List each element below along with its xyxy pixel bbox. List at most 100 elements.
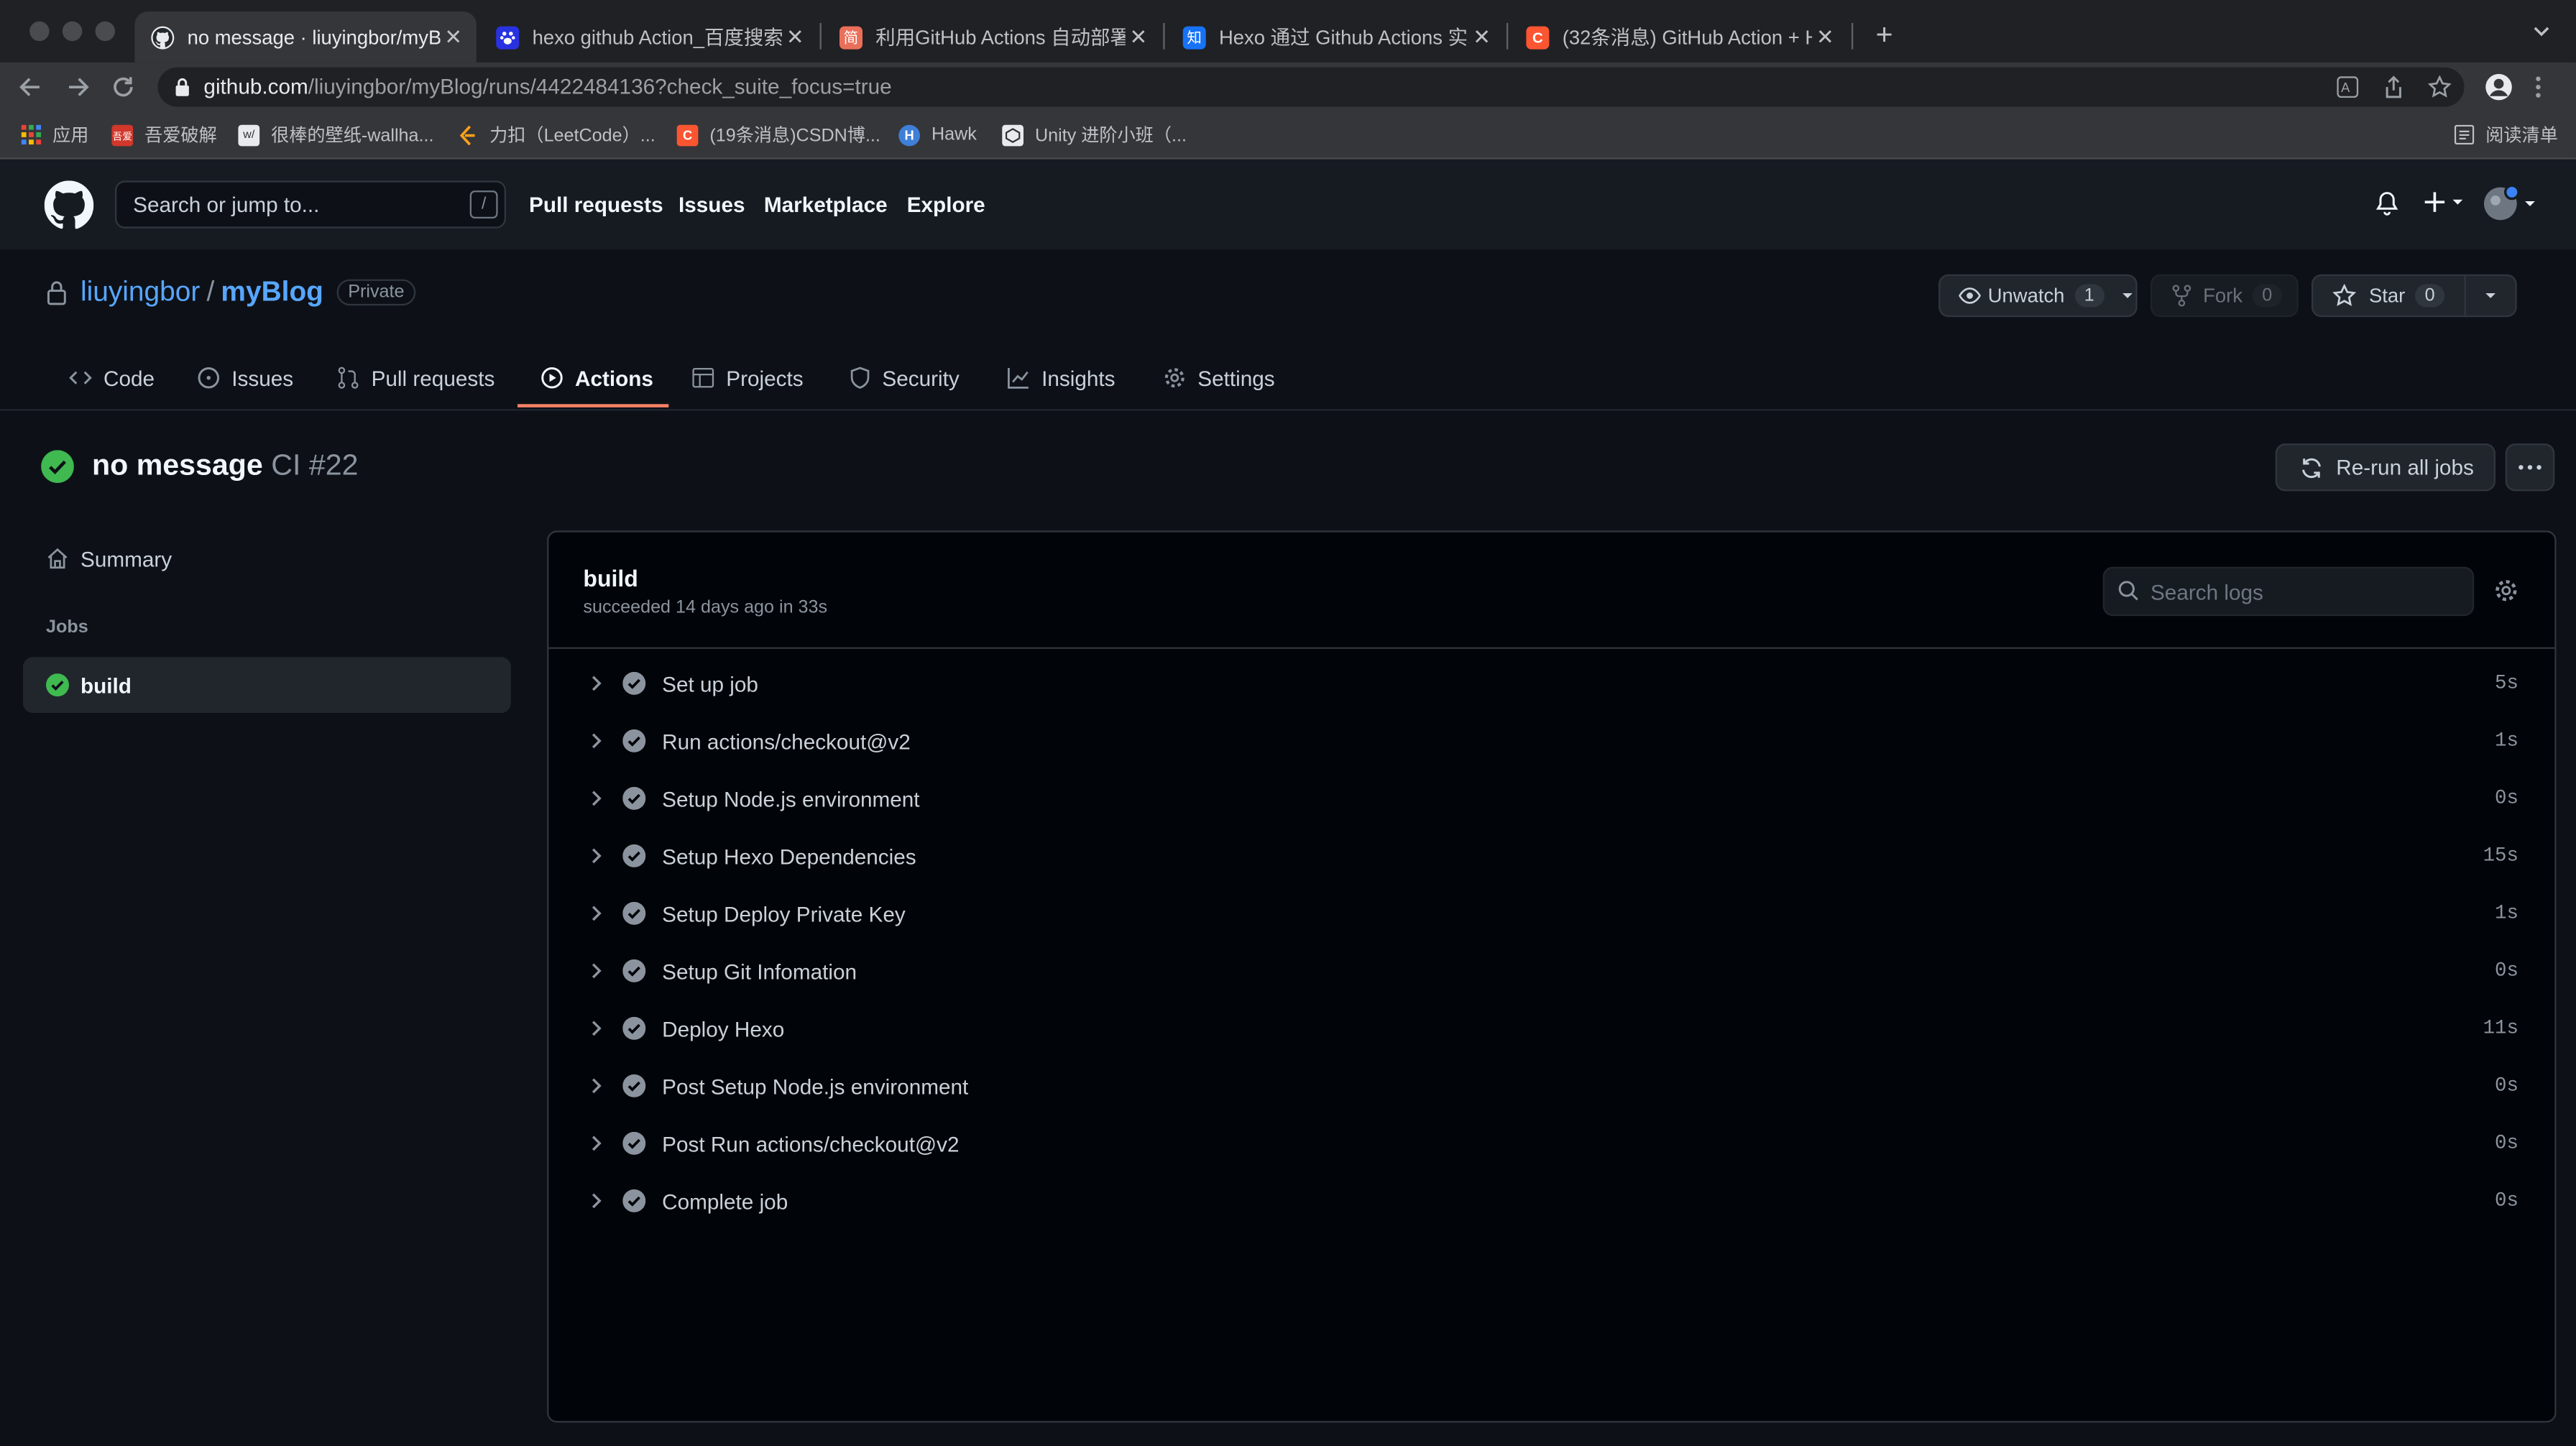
- browser-tab[interactable]: 知 Hexo 通过 Github Actions 实现 ✕: [1167, 11, 1505, 63]
- tab-title: 利用GitHub Actions 自动部署 H: [875, 26, 1126, 50]
- tab-code[interactable]: Code: [69, 349, 155, 407]
- create-new-dropdown[interactable]: [2423, 190, 2465, 213]
- job-step-row[interactable]: Setup Hexo Dependencies 15s: [548, 828, 2554, 885]
- address-bar[interactable]: github.com/liuyingbor/myBlog/runs/442248…: [157, 67, 2465, 107]
- job-item-build[interactable]: build: [22, 657, 511, 713]
- close-tab-icon[interactable]: ✕: [782, 24, 809, 50]
- chevron-right-icon[interactable]: [586, 1133, 606, 1153]
- chevron-right-icon[interactable]: [586, 673, 606, 693]
- tab-search-chevron-icon[interactable]: [2530, 19, 2553, 42]
- job-step-row[interactable]: Complete job 0s: [548, 1173, 2554, 1230]
- reload-icon[interactable]: [105, 69, 141, 105]
- close-tab-icon[interactable]: ✕: [1126, 24, 1152, 50]
- bookmark-item[interactable]: w/ 很棒的壁纸-wallha...: [238, 121, 433, 148]
- github-header: Search or jump to... / Pull requests Iss…: [0, 159, 2576, 250]
- summary-link[interactable]: Summary: [23, 530, 511, 586]
- share-icon[interactable]: [2382, 75, 2405, 98]
- repo-owner-link[interactable]: liuyingbor: [80, 276, 200, 309]
- fork-button[interactable]: Fork 0: [2150, 274, 2299, 318]
- close-tab-icon[interactable]: ✕: [441, 24, 467, 50]
- window-minimize-button[interactable]: [62, 21, 83, 42]
- tab-pull-requests[interactable]: Pull requests: [337, 349, 494, 407]
- job-step-row[interactable]: Deploy Hexo 11s: [548, 1000, 2554, 1058]
- browser-menu-icon[interactable]: [2534, 74, 2544, 101]
- close-tab-icon[interactable]: ✕: [1812, 24, 1839, 50]
- job-step-row[interactable]: Post Run actions/checkout@v2 0s: [548, 1115, 2554, 1173]
- unwatch-button[interactable]: Unwatch 1: [1938, 274, 2138, 318]
- translate-icon[interactable]: A: [2336, 75, 2359, 98]
- step-name: Setup Node.js environment: [662, 786, 920, 812]
- bookmark-item[interactable]: 吾爱 吾爱破解: [111, 121, 217, 148]
- notification-bell-icon[interactable]: [2374, 190, 2401, 217]
- tab-settings[interactable]: Settings: [1163, 349, 1275, 407]
- bookmark-item[interactable]: 力扣（LeetCode）...: [456, 121, 656, 148]
- job-step-row[interactable]: Setup Git Infomation 0s: [548, 943, 2554, 1000]
- back-arrow-icon[interactable]: [13, 69, 49, 105]
- step-success-check-icon: [622, 671, 646, 695]
- bookmark-item[interactable]: C (19条消息)CSDN博...: [676, 121, 880, 148]
- tab-insights[interactable]: Insights: [1007, 349, 1116, 407]
- chevron-right-icon[interactable]: [586, 1191, 606, 1210]
- chevron-right-icon[interactable]: [586, 961, 606, 980]
- rerun-all-jobs-button[interactable]: Re-run all jobs: [2275, 443, 2496, 492]
- new-tab-button[interactable]: +: [1869, 19, 1899, 49]
- chevron-right-icon[interactable]: [586, 731, 606, 750]
- step-name: Set up job: [662, 671, 758, 697]
- tab-actions[interactable]: Actions: [540, 349, 653, 407]
- job-step-row[interactable]: Run actions/checkout@v2 1s: [548, 713, 2554, 770]
- job-step-row[interactable]: Setup Node.js environment 0s: [548, 770, 2554, 828]
- job-step-row[interactable]: Post Setup Node.js environment 0s: [548, 1058, 2554, 1115]
- gear-icon[interactable]: [2494, 579, 2518, 603]
- chevron-right-icon[interactable]: [586, 846, 606, 865]
- browser-tab[interactable]: C (32条消息) GitHub Action + He ✕: [1510, 11, 1849, 63]
- search-logs-input[interactable]: Search logs: [2102, 566, 2475, 617]
- step-success-check-icon: [622, 729, 646, 752]
- bookmark-star-icon[interactable]: [2428, 75, 2452, 98]
- nav-pull-requests[interactable]: Pull requests: [529, 192, 663, 216]
- star-button[interactable]: Star 0: [2311, 274, 2468, 318]
- window-zoom-button[interactable]: [95, 21, 115, 42]
- reading-list-button[interactable]: 阅读清单: [2453, 121, 2558, 148]
- nav-marketplace[interactable]: Marketplace: [764, 192, 888, 216]
- tab-security[interactable]: Security: [850, 349, 960, 407]
- bookmark-item[interactable]: Unity 进阶小班（...: [1002, 121, 1187, 148]
- chevron-right-icon[interactable]: [586, 903, 606, 923]
- tab-projects[interactable]: Projects: [691, 349, 804, 407]
- job-step-row[interactable]: Set up job 5s: [548, 655, 2554, 713]
- step-duration: 1s: [2495, 729, 2518, 752]
- apps-grid-icon: [19, 124, 41, 146]
- bookmark-item[interactable]: H Hawk: [898, 121, 977, 148]
- jianshu-icon: 简: [839, 25, 862, 49]
- repo-name-link[interactable]: myBlog: [221, 276, 323, 309]
- browser-tab[interactable]: 简 利用GitHub Actions 自动部署 H ✕: [823, 11, 1162, 63]
- leetcode-icon: [456, 124, 478, 146]
- bookmark-item[interactable]: 应用: [19, 121, 88, 148]
- chevron-right-icon[interactable]: [586, 1076, 606, 1095]
- window-close-button[interactable]: [29, 21, 50, 42]
- step-duration: 0s: [2495, 1189, 2518, 1212]
- tab-issues[interactable]: Issues: [197, 349, 293, 407]
- chevron-right-icon[interactable]: [586, 1018, 606, 1038]
- nav-issues[interactable]: Issues: [678, 192, 745, 216]
- forward-arrow-icon[interactable]: [59, 69, 95, 105]
- user-menu[interactable]: [2483, 185, 2539, 221]
- browser-tab[interactable]: hexo github Action_百度搜索 ✕: [479, 11, 818, 63]
- csdn-icon: C: [1526, 25, 1550, 49]
- global-search-input[interactable]: Search or jump to... /: [114, 180, 506, 229]
- job-title: build: [583, 565, 638, 591]
- nav-explore[interactable]: Explore: [907, 192, 985, 216]
- caret-down-icon: [2525, 201, 2535, 206]
- close-tab-icon[interactable]: ✕: [1468, 24, 1495, 50]
- tab-label: Security: [882, 365, 960, 390]
- browser-tab[interactable]: no message · liuyingbor/myBlo ✕: [134, 11, 477, 63]
- profile-icon[interactable]: [2484, 73, 2513, 102]
- github-logo-icon[interactable]: [44, 180, 94, 230]
- step-success-check-icon: [622, 786, 646, 810]
- step-name: Deploy Hexo: [662, 1016, 785, 1042]
- step-name: Setup Hexo Dependencies: [662, 844, 916, 870]
- star-list-dropdown[interactable]: [2464, 274, 2517, 318]
- step-success-check-icon: [622, 901, 646, 925]
- chevron-right-icon[interactable]: [586, 788, 606, 808]
- job-step-row[interactable]: Setup Deploy Private Key 1s: [548, 885, 2554, 943]
- more-options-button[interactable]: [2505, 443, 2555, 492]
